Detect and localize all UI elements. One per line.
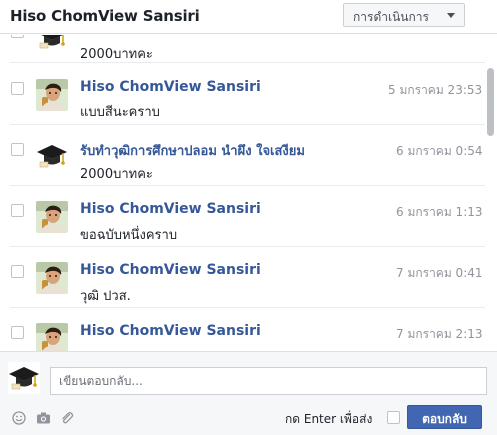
message-text: ขอฉบับหนึ่งคราบ — [80, 228, 178, 243]
message-text: แบบสีนะคราบ — [80, 105, 160, 120]
message-sender[interactable]: Hiso ChomView Sansiri — [80, 79, 261, 95]
actions-dropdown-label: การดำเนินการ — [353, 10, 429, 24]
message-text: 2000บาทคะ — [80, 167, 153, 182]
divider — [10, 307, 485, 308]
message-text: วุฒิ ปวส. — [80, 289, 131, 304]
message-row[interactable]: 2000บาทคะ — [0, 35, 485, 63]
message-select-checkbox[interactable] — [11, 326, 24, 339]
message-timestamp: 6 มกราคม 0:54 — [396, 144, 483, 158]
message-list: 2000บาทคะ Hiso ChomView Sansiri 5 มกราคม… — [0, 35, 497, 351]
conversation-title: Hiso ChomView Sansiri — [10, 7, 200, 25]
divider — [10, 124, 485, 125]
graduation-cap-icon[interactable] — [36, 140, 68, 172]
message-sender[interactable]: Hiso ChomView Sansiri — [80, 201, 261, 217]
graduation-cap-icon — [8, 362, 40, 394]
camera-icon[interactable] — [36, 411, 51, 425]
message-text: 2000บาทคะ — [80, 47, 153, 62]
message-select-checkbox[interactable] — [11, 35, 24, 38]
message-timestamp: 7 มกราคม 2:13 — [396, 327, 483, 341]
message-row[interactable]: Hiso ChomView Sansiri 7 มกราคม 0:41 วุฒิ… — [0, 248, 485, 308]
message-sender[interactable]: Hiso ChomView Sansiri — [80, 323, 261, 339]
reply-composer: กด Enter เพื่อส่ง ตอบกลับ — [0, 351, 497, 435]
message-list-scrollbar[interactable] — [485, 35, 497, 351]
emoji-icon[interactable] — [12, 411, 26, 425]
message-row[interactable]: Hiso ChomView Sansiri 5 มกราคม 23:53 แบบ… — [0, 65, 485, 125]
chevron-down-icon — [447, 13, 455, 18]
conversation-header: Hiso ChomView Sansiri การดำเนินการ — [0, 0, 497, 34]
message-select-checkbox[interactable] — [11, 204, 24, 217]
reply-button[interactable]: ตอบกลับ — [407, 405, 482, 429]
avatar[interactable] — [36, 262, 68, 294]
scrollbar-thumb[interactable] — [487, 68, 494, 136]
reply-input[interactable] — [50, 367, 487, 395]
message-select-checkbox[interactable] — [11, 82, 24, 95]
enter-to-send-label: กด Enter เพื่อส่ง — [285, 412, 373, 426]
divider — [10, 185, 485, 186]
graduation-cap-icon[interactable] — [36, 35, 68, 53]
attachment-icon[interactable] — [60, 411, 74, 425]
message-timestamp: 7 มกราคม 0:41 — [396, 266, 483, 280]
actions-dropdown-button[interactable]: การดำเนินการ — [343, 3, 465, 27]
message-timestamp: 5 มกราคม 23:53 — [388, 83, 483, 97]
message-timestamp: 6 มกราคม 1:13 — [396, 205, 483, 219]
enter-to-send-checkbox[interactable] — [387, 411, 400, 424]
divider — [10, 62, 485, 63]
divider — [10, 246, 485, 247]
avatar[interactable] — [36, 201, 68, 233]
message-sender[interactable]: Hiso ChomView Sansiri — [80, 262, 261, 278]
message-sender[interactable]: รับทำวุฒิการศึกษาปลอม นำผึง ใจเสงียม — [80, 140, 305, 161]
message-row[interactable]: รับทำวุฒิการศึกษาปลอม นำผึง ใจเสงียม 6 ม… — [0, 126, 485, 186]
avatar[interactable] — [36, 79, 68, 111]
avatar[interactable] — [36, 323, 68, 351]
message-select-checkbox[interactable] — [11, 143, 24, 156]
message-row[interactable]: Hiso ChomView Sansiri 6 มกราคม 1:13 ขอฉบ… — [0, 187, 485, 247]
message-select-checkbox[interactable] — [11, 265, 24, 278]
message-row[interactable]: Hiso ChomView Sansiri 7 มกราคม 2:13 — [0, 309, 485, 351]
